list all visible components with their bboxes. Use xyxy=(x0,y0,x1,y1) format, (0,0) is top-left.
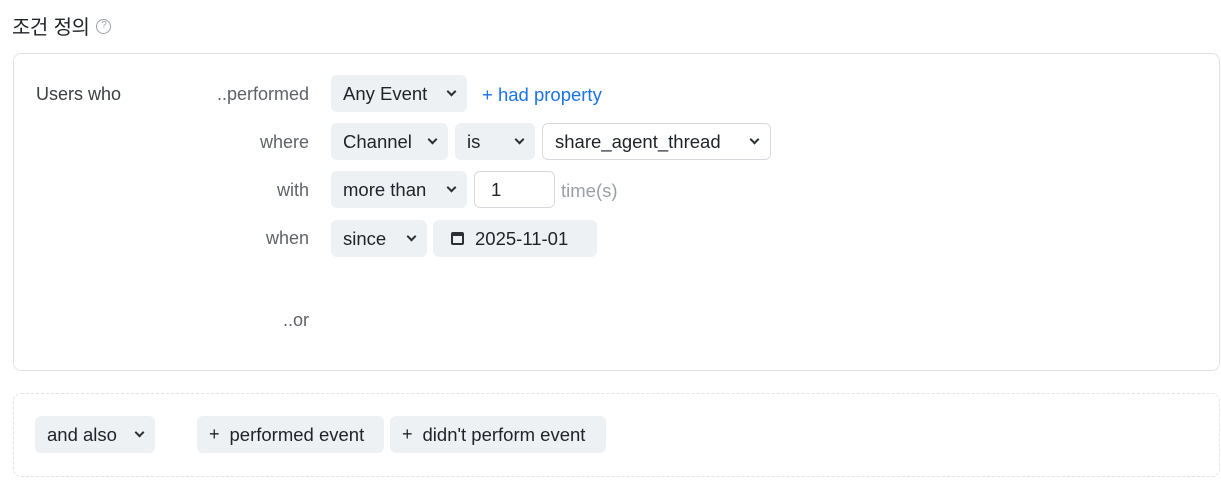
performed-event-button[interactable]: + performed event xyxy=(197,416,384,453)
chevron-down-icon xyxy=(446,86,457,96)
performed-label: ..performed xyxy=(216,84,309,104)
chevron-down-icon xyxy=(749,134,760,144)
value-select-value: share_agent_thread xyxy=(555,130,721,152)
count-input[interactable]: 1 xyxy=(474,171,555,208)
count-unit: time(s) xyxy=(561,180,618,201)
plus-icon: + xyxy=(209,424,220,444)
event-select-value: Any Event xyxy=(343,82,428,104)
property-select-value: Channel xyxy=(343,130,412,152)
frequency-select[interactable]: more than xyxy=(331,171,467,208)
plus-icon: + xyxy=(402,424,413,444)
chevron-down-icon xyxy=(134,427,145,437)
performed-event-label: performed event xyxy=(229,423,365,445)
or-label[interactable]: ..or xyxy=(149,310,309,331)
date-picker[interactable]: 2025-11-01 xyxy=(433,220,597,257)
didnt-perform-event-button[interactable]: + didn't perform event xyxy=(390,416,606,453)
add-condition-area: and also + performed event + didn't perf… xyxy=(13,393,1220,477)
chevron-down-icon xyxy=(446,182,457,192)
help-icon[interactable]: ? xyxy=(96,18,112,34)
section-header: 조건 정의 ? xyxy=(12,10,112,40)
calendar-icon xyxy=(451,232,464,245)
property-select[interactable]: Channel xyxy=(331,123,448,160)
and-also-value: and also xyxy=(47,423,117,445)
event-select[interactable]: Any Event xyxy=(331,75,467,112)
operator-select-value: is xyxy=(467,130,481,152)
didnt-perform-event-label: didn't perform event xyxy=(422,423,586,445)
where-label: where xyxy=(259,132,309,152)
when-label: when xyxy=(265,228,309,248)
operator-select[interactable]: is xyxy=(455,123,535,160)
frequency-select-value: more than xyxy=(343,178,427,200)
time-select-value: since xyxy=(343,227,387,249)
value-select[interactable]: share_agent_thread xyxy=(542,123,771,160)
had-property-link[interactable]: + had property xyxy=(482,84,602,106)
chevron-down-icon xyxy=(427,134,438,144)
date-value: 2025-11-01 xyxy=(475,227,569,249)
chevron-down-icon xyxy=(514,134,525,144)
users-who-label: Users who xyxy=(36,84,122,104)
condition-card: Users who ..performed Any Event + had pr… xyxy=(13,53,1220,371)
section-title: 조건 정의 xyxy=(12,14,90,39)
with-label: with xyxy=(276,180,309,200)
time-select[interactable]: since xyxy=(331,220,427,257)
and-also-select[interactable]: and also xyxy=(35,416,155,453)
chevron-down-icon xyxy=(406,231,417,241)
